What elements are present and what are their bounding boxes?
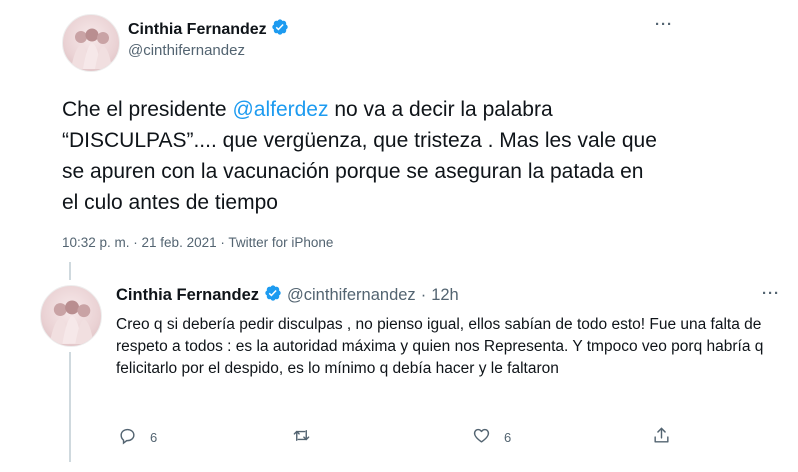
like-icon xyxy=(472,426,491,448)
main-author-name[interactable]: Cinthia Fernandez xyxy=(128,21,267,39)
thread-line xyxy=(69,352,71,462)
verified-badge-icon xyxy=(264,284,282,307)
reply-tweet-text: Creo q si debería pedir disculpas , no p… xyxy=(116,316,764,377)
main-avatar[interactable] xyxy=(62,14,120,72)
share-action[interactable] xyxy=(652,426,671,448)
like-action[interactable]: 6 xyxy=(472,426,511,448)
reply-author-handle[interactable]: @cinthifernandez xyxy=(287,286,416,305)
like-count: 6 xyxy=(504,429,512,445)
main-tweet-text-before: Che el presidente xyxy=(62,98,233,121)
reply-count: 6 xyxy=(150,429,158,445)
retweet-action[interactable] xyxy=(292,426,324,448)
avatar-image xyxy=(71,28,112,69)
share-icon xyxy=(652,426,671,448)
retweet-icon xyxy=(292,426,311,448)
avatar-image xyxy=(49,300,94,344)
reply-timestamp[interactable]: 12h xyxy=(431,286,459,305)
reply-action[interactable]: 6 xyxy=(118,426,157,448)
main-more-icon[interactable]: ··· xyxy=(655,16,673,33)
main-author-handle[interactable]: @cinthifernandez xyxy=(128,42,245,59)
separator-dot: · xyxy=(420,286,427,304)
verified-badge-icon xyxy=(271,18,289,41)
reply-avatar[interactable] xyxy=(40,285,102,347)
main-tweet-text: Che el presidente @alferdez no va a deci… xyxy=(62,94,662,218)
reply-more-icon[interactable]: ··· xyxy=(762,285,780,302)
thread-connector-top xyxy=(69,262,71,280)
reply-author-name[interactable]: Cinthia Fernandez xyxy=(116,286,259,305)
main-tweet-meta[interactable]: 10:32 p. m. · 21 feb. 2021 · Twitter for… xyxy=(62,235,333,250)
reply-icon xyxy=(118,426,137,448)
mention-link[interactable]: @alferdez xyxy=(232,98,328,121)
